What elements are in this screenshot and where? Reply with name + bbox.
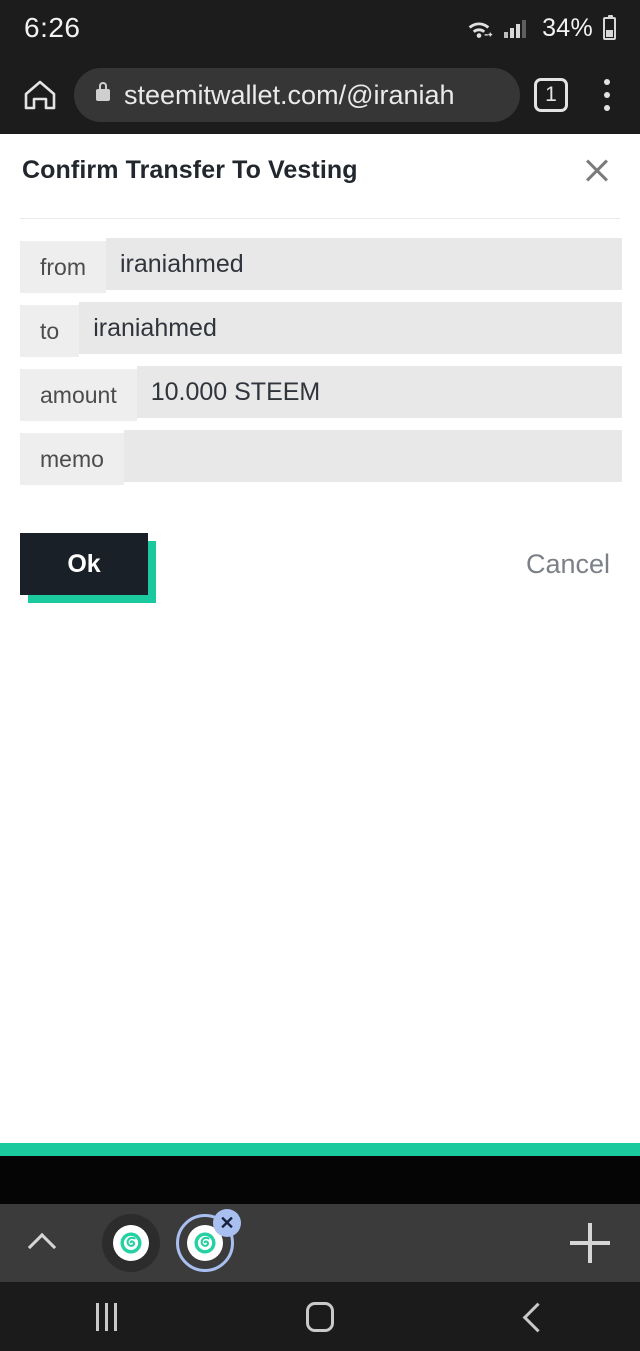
wifi-icon xyxy=(468,22,493,38)
lock-icon xyxy=(96,82,110,101)
steemit-logo-icon xyxy=(120,1232,142,1254)
tab-strip: ✕ xyxy=(0,1204,640,1282)
page-title: Confirm Transfer To Vesting xyxy=(22,156,358,184)
back-chevron-icon xyxy=(521,1305,545,1329)
recents-icon xyxy=(96,1302,118,1331)
status-indicators: 34% xyxy=(464,14,616,43)
field-value-from[interactable]: iraniahmed xyxy=(106,238,622,290)
footer-line-2 xyxy=(0,1157,640,1171)
tab-steemit-1[interactable] xyxy=(102,1214,160,1272)
ok-button-wrapper: Ok xyxy=(20,533,156,603)
tab-list: ✕ xyxy=(102,1209,241,1272)
home-button[interactable] xyxy=(16,71,64,119)
tab-steemit-2[interactable]: ✕ xyxy=(176,1209,241,1272)
browser-toolbar: steemitwallet.com/@iraniah 1 xyxy=(0,56,640,134)
ok-button[interactable]: Ok xyxy=(20,533,148,595)
field-value-memo[interactable] xyxy=(123,430,622,482)
field-value-to[interactable]: iraniahmed xyxy=(79,302,622,354)
home-icon xyxy=(24,80,56,110)
field-label-to: to xyxy=(20,305,80,357)
field-label-memo: memo xyxy=(20,433,124,485)
page-footer xyxy=(0,1156,640,1204)
dialog-header: Confirm Transfer To Vesting xyxy=(0,134,640,188)
plus-icon[interactable] xyxy=(570,1223,610,1263)
status-clock: 6:26 xyxy=(24,12,81,43)
transfer-form: from iraniahmed to iraniahmed amount 10.… xyxy=(0,219,640,485)
page-content: Confirm Transfer To Vesting from iraniah… xyxy=(0,134,640,1143)
android-home-button[interactable] xyxy=(213,1282,426,1351)
recents-button[interactable] xyxy=(0,1282,213,1351)
close-icon[interactable] xyxy=(580,154,614,188)
form-row-from: from iraniahmed xyxy=(20,238,622,293)
kebab-menu-icon[interactable] xyxy=(590,75,624,115)
phone-screen: 6:26 34% steemitwallet.com/@iraniah 1 Co… xyxy=(0,0,640,1351)
field-label-amount: amount xyxy=(20,369,137,421)
form-row-amount: amount 10.000 STEEM xyxy=(20,366,622,421)
android-nav-bar xyxy=(0,1282,640,1351)
steemit-logo-icon xyxy=(194,1232,216,1254)
form-row-to: to iraniahmed xyxy=(20,302,622,357)
accent-bar xyxy=(0,1143,640,1156)
battery-percentage: 34% xyxy=(542,13,593,42)
url-bar[interactable]: steemitwallet.com/@iraniah xyxy=(74,68,520,122)
field-label-from: from xyxy=(20,241,106,293)
status-bar: 6:26 34% xyxy=(0,0,640,56)
dialog-actions: Ok Cancel xyxy=(0,497,640,603)
tab-counter-button[interactable]: 1 xyxy=(534,78,568,112)
url-text: steemitwallet.com/@iraniah xyxy=(124,79,455,110)
chevron-up-icon[interactable] xyxy=(26,1227,58,1259)
form-row-memo: memo xyxy=(20,430,622,485)
home-square-icon xyxy=(305,1301,334,1332)
close-tab-icon[interactable]: ✕ xyxy=(213,1209,241,1237)
back-button[interactable] xyxy=(427,1282,640,1351)
steemit-favicon xyxy=(113,1225,149,1261)
cellular-signal-icon xyxy=(504,20,527,38)
field-value-amount[interactable]: 10.000 STEEM xyxy=(136,366,622,418)
cancel-button[interactable]: Cancel xyxy=(526,549,620,580)
battery-icon xyxy=(603,14,616,40)
